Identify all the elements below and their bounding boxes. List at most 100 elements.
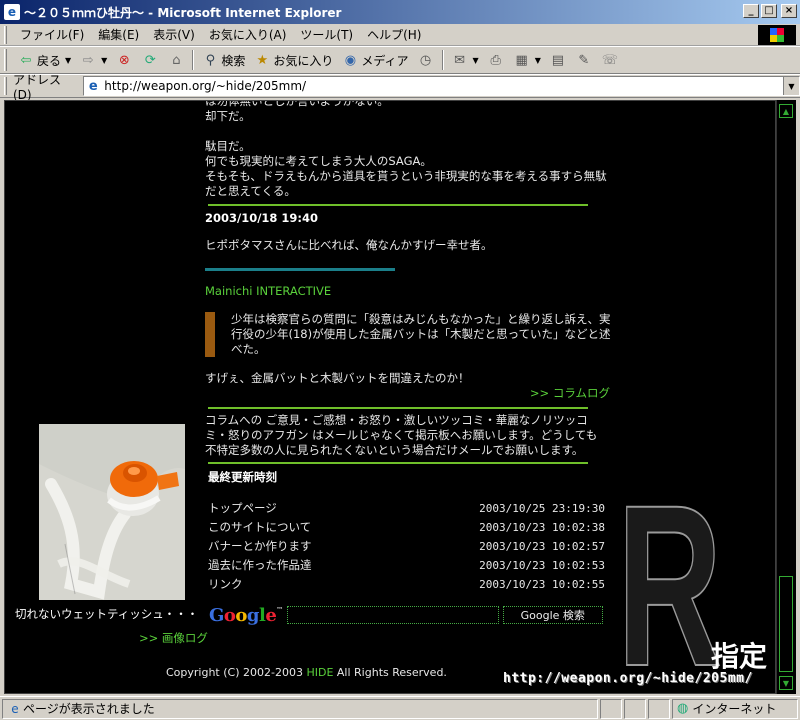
teal-divider <box>205 268 395 271</box>
address-dropdown-icon[interactable]: ▼ <box>783 77 799 95</box>
menu-tools[interactable]: ツール(T) <box>293 26 360 43</box>
update-row: トップページ 2003/10/25 23:19:30 <box>205 499 605 518</box>
copyright-prefix: Copyright (C) 2002-2003 <box>166 666 307 679</box>
back-dropdown-icon[interactable]: ▼ <box>65 56 71 65</box>
text-line: 何でも現実的に考えてしまう大人のSAGA。 <box>205 154 432 168</box>
toolbar: ⇦ 戻る ▼ ⇨ ▼ ⊗ ⟳ ⌂ ⚲ 検索 ★ お気に入り ◉ メディア ◷ ✉… <box>0 46 800 74</box>
menu-favorites[interactable]: お気に入り(A) <box>202 26 294 43</box>
address-input[interactable]: e http://weapon.org/~hide/205mm/ ▼ <box>83 76 800 96</box>
comment-text: すげぇ、金属バットと木製バットを間違えたのか！ <box>205 371 470 385</box>
edit-dropdown-icon[interactable]: ▼ <box>535 56 541 65</box>
update-time: 2003/10/25 23:19:30 <box>479 502 605 515</box>
text-line: そもそも、ドラえもんから道具を貰うという非現実的な事を考える事すら無駄だと思えて… <box>205 169 607 198</box>
menu-file[interactable]: ファイル(F) <box>13 26 91 43</box>
window-title: ～２０５ｍｍひ牡丹～ - Microsoft Internet Explorer <box>24 5 342 20</box>
column-log-link[interactable]: >> コラムログ <box>205 386 610 401</box>
scroll-down-icon[interactable]: ▼ <box>779 676 793 690</box>
update-page-link[interactable]: トップページ <box>205 501 277 516</box>
wet-tissue-photo <box>39 424 185 600</box>
update-row: バナーとか作ります 2003/10/23 10:02:57 <box>205 537 605 556</box>
media-button[interactable]: ◉ メディア <box>337 49 412 71</box>
forward-button[interactable]: ⇨ ▼ <box>75 49 111 71</box>
history-button[interactable]: ◷ <box>413 49 439 71</box>
search-icon: ⚲ <box>205 52 216 68</box>
search-label: 検索 <box>221 53 246 68</box>
favorites-button[interactable]: ★ お気に入り <box>249 49 337 71</box>
mail-icon: ✉ <box>454 52 465 68</box>
home-button[interactable]: ⌂ <box>163 49 189 71</box>
copyright: Copyright (C) 2002-2003 HIDE All Rights … <box>166 666 447 679</box>
status-cell <box>624 698 646 719</box>
google-logo: Google™ <box>209 604 283 626</box>
update-page-link[interactable]: リンク <box>205 577 243 592</box>
copyright-suffix: All Rights Reserved. <box>333 666 447 679</box>
vertical-scrollbar[interactable]: ▲ ▼ <box>776 100 796 694</box>
media-icon: ◉ <box>344 52 357 68</box>
text-line: 駄目だ。 <box>205 139 251 153</box>
status-cell <box>648 698 670 719</box>
page-done-icon: e <box>11 701 19 716</box>
mail-dropdown-icon[interactable]: ▼ <box>473 56 479 65</box>
title-bar: e ～２０５ｍｍひ牡丹～ - Microsoft Internet Explor… <box>0 0 800 24</box>
minimize-button[interactable]: _ <box>743 4 759 18</box>
update-row: 過去に作った作品達 2003/10/23 10:02:53 <box>205 556 605 575</box>
update-time: 2003/10/23 10:02:38 <box>479 521 605 534</box>
menu-edit[interactable]: 編集(E) <box>91 26 146 43</box>
notice-text: コラムへの ご意見・ご感想・お怒り・激しいツッコミ・華麗なノリツッコミ・怒りのア… <box>205 413 598 457</box>
update-row: リンク 2003/10/23 10:02:55 <box>205 575 605 594</box>
favorites-label: お気に入り <box>273 53 334 68</box>
window-controls: _ □ × <box>743 4 797 18</box>
back-button[interactable]: ⇦ 戻る ▼ <box>13 49 75 71</box>
addressbar-grip[interactable] <box>4 77 7 95</box>
edit-button[interactable]: ▦ ▼ <box>509 49 545 71</box>
back-label: 戻る <box>37 53 62 68</box>
refresh-button[interactable]: ⟳ <box>137 49 163 71</box>
r-rating-mark: R <box>616 475 723 675</box>
update-time: 2003/10/23 10:02:55 <box>479 578 605 591</box>
search-button[interactable]: ⚲ 検索 <box>197 49 249 71</box>
toolbar-separator <box>441 50 444 70</box>
text-line: 却下だ。 <box>205 109 251 123</box>
stop-button[interactable]: ⊗ <box>111 49 137 71</box>
forward-dropdown-icon[interactable]: ▼ <box>101 56 107 65</box>
discuss-icon: ▤ <box>551 52 564 68</box>
status-text: ページが表示されました <box>23 702 155 716</box>
menu-help[interactable]: ヘルプ(H) <box>360 26 428 43</box>
research-button[interactable]: ✎ <box>571 49 597 71</box>
favorites-icon: ★ <box>256 52 269 68</box>
section-divider <box>208 204 588 206</box>
copyright-author-link[interactable]: HIDE <box>306 666 333 679</box>
r-rating-label: 指定 <box>711 640 768 673</box>
discuss-button[interactable]: ▤ <box>545 49 571 71</box>
status-message: e ページが表示されました <box>2 698 598 719</box>
print-button[interactable]: ⎙ <box>483 49 509 71</box>
gallery-log-link[interactable]: >> 画像ログ <box>139 630 208 646</box>
google-search-input[interactable] <box>286 606 499 624</box>
section-divider <box>208 407 588 409</box>
maximize-button[interactable]: □ <box>761 4 777 18</box>
menu-bar: ファイル(F) 編集(E) 表示(V) お気に入り(A) ツール(T) ヘルプ(… <box>0 24 800 46</box>
close-button[interactable]: × <box>781 4 797 18</box>
update-page-link[interactable]: 過去に作った作品達 <box>205 558 312 573</box>
toolbar-grip[interactable] <box>4 49 7 71</box>
menu-view[interactable]: 表示(V) <box>146 26 202 43</box>
messenger-button[interactable]: ☏ <box>597 49 623 71</box>
update-page-link[interactable]: バナーとか作ります <box>205 539 312 554</box>
scroll-up-icon[interactable]: ▲ <box>779 104 793 118</box>
entry-text: ヒポポタマスさんに比べれば、俺なんかすげー幸せ者。 <box>205 238 493 252</box>
google-search-button[interactable]: Google 検索 <box>502 606 603 624</box>
source-link[interactable]: Mainichi INTERACTIVE <box>205 284 615 299</box>
quote-text: 少年は検察官らの質問に「殺意はみじんもなかった」と繰り返し訴え、実行役の少年(1… <box>231 312 611 356</box>
scroll-thumb[interactable] <box>779 576 793 672</box>
update-time: 2003/10/23 10:02:53 <box>479 559 605 572</box>
address-url[interactable]: http://weapon.org/~hide/205mm/ <box>104 79 306 93</box>
cut-off-line: は勿体無いとしか言いようがない。 <box>205 100 389 108</box>
security-zone: ◍ インターネット <box>672 698 798 719</box>
page-icon: e <box>88 78 98 94</box>
mail-button[interactable]: ✉ ▼ <box>447 49 483 71</box>
photo-caption: 切れないウェットティッシュ・・・ <box>15 607 199 621</box>
print-icon: ⎙ <box>490 52 501 68</box>
menubar-grip[interactable] <box>4 25 7 44</box>
update-page-link[interactable]: このサイトについて <box>205 520 311 535</box>
edit-page-icon: ▦ <box>515 52 528 68</box>
